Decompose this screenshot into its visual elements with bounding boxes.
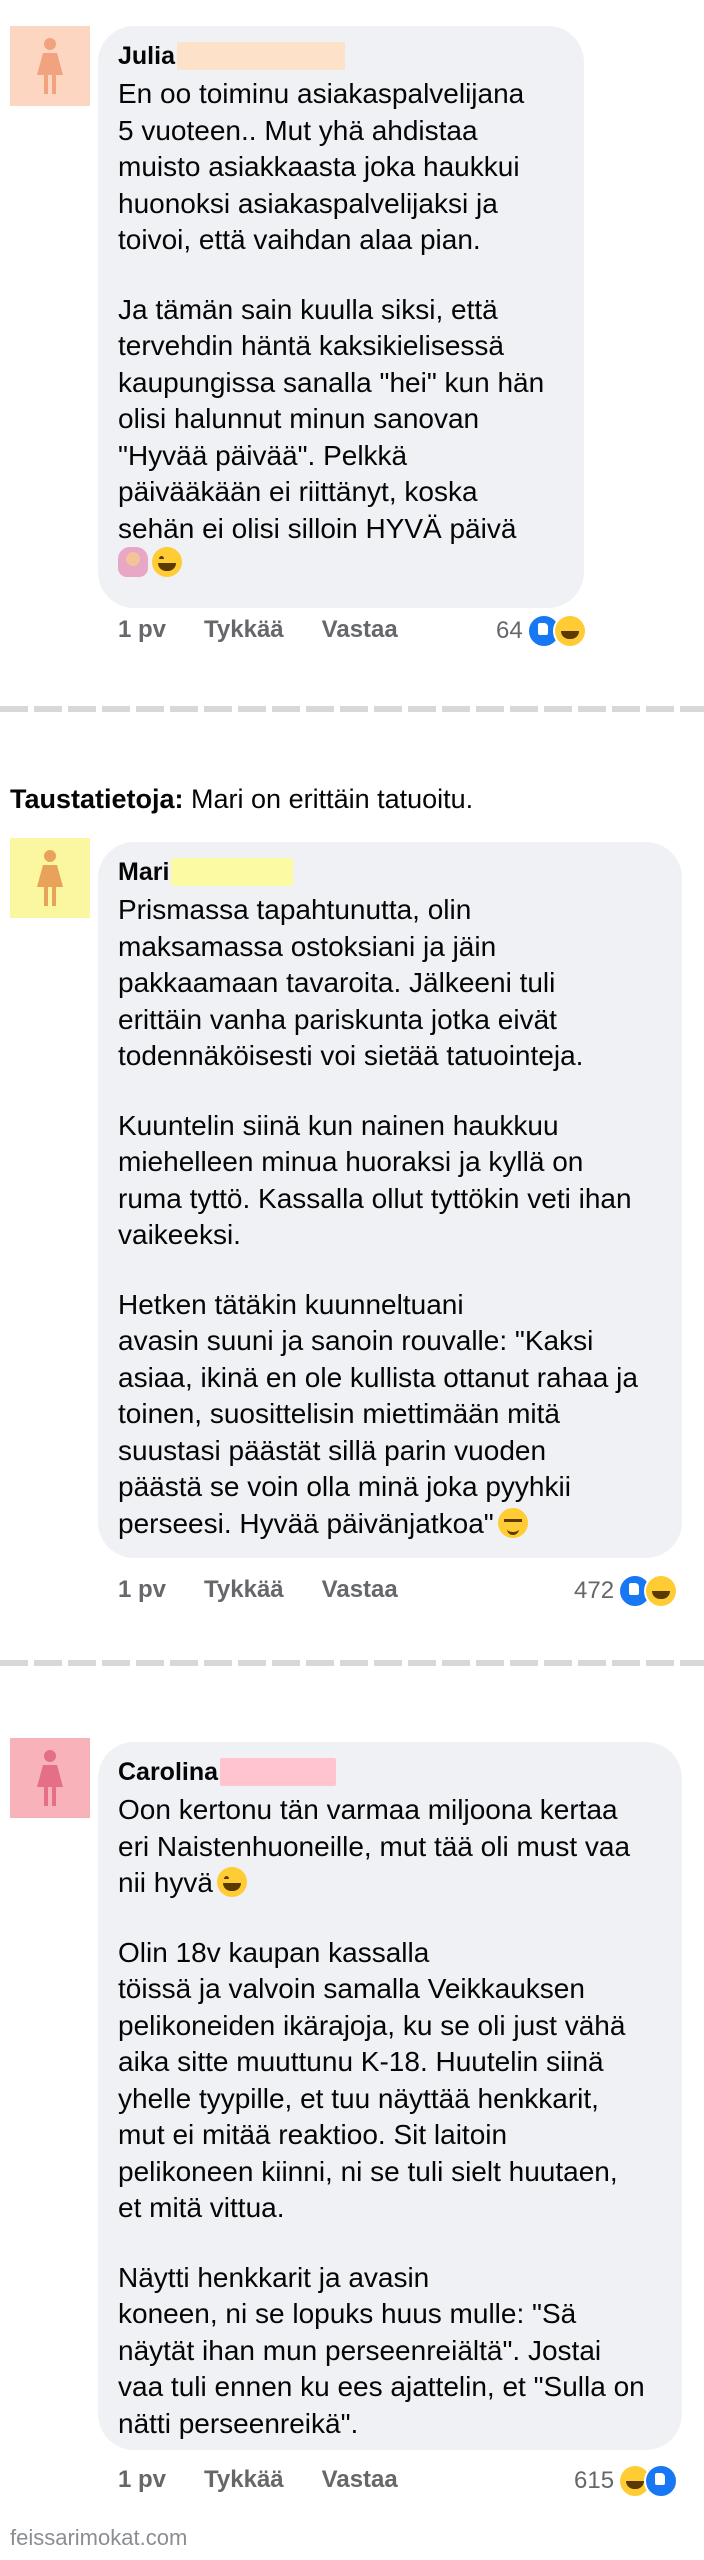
reaction-summary[interactable]: 472	[574, 1574, 679, 1608]
reaction-summary[interactable]: 64	[496, 614, 587, 648]
comment-bubble-mari: Mari Prismassa tapahtunutta, olin maksam…	[98, 842, 682, 1558]
like-reaction-icon	[644, 2464, 679, 2498]
reply-button[interactable]: Vastaa	[322, 1576, 398, 1604]
person-icon	[37, 38, 63, 94]
redaction-bar	[220, 1758, 337, 1786]
comment-time[interactable]: 1 pv	[118, 2466, 166, 2494]
comment-paragraph: Näytti henkkarit ja avasin koneen, ni se…	[118, 2261, 645, 2439]
relieved-emoji-icon	[497, 1507, 528, 1538]
comment-paragraph-text: Hetken tätäkin kuunneltuani avasin suuni…	[118, 1288, 638, 1539]
comment-paragraph: Prismassa tapahtunutta, olin maksamassa …	[118, 894, 584, 1071]
avatar-mari[interactable]	[10, 838, 90, 918]
redaction-bar	[176, 42, 345, 70]
comment-bubble-carolina: Carolina Oon kertonu tän varmaa miljoona…	[98, 1742, 682, 2450]
reaction-count: 64	[496, 617, 523, 644]
comment-time[interactable]: 1 pv	[118, 616, 166, 644]
comment-paragraph: Oon kertonu tän varmaa miljoona kertaa e…	[118, 1792, 662, 1902]
separator	[0, 706, 704, 712]
laughing-emoji-icon	[152, 547, 182, 577]
comment-actions: 1 pv Tykkää Vastaa	[118, 2466, 436, 2494]
reaction-count: 472	[574, 1577, 615, 1604]
watermark: feissarimokat.com	[10, 2525, 188, 2550]
redaction-bar	[171, 858, 294, 886]
like-button[interactable]: Tykkää	[204, 2466, 284, 2494]
comment-paragraph: Olin 18v kaupan kassalla töissä ja valvo…	[118, 1936, 626, 2224]
comment-actions: 1 pv Tykkää Vastaa	[118, 1576, 436, 1604]
comment-actions: 1 pv Tykkää Vastaa	[118, 616, 436, 644]
reply-button[interactable]: Vastaa	[322, 616, 398, 644]
avatar-julia[interactable]	[10, 26, 90, 106]
haha-reaction-icon	[552, 614, 587, 648]
reaction-summary[interactable]: 615	[574, 2464, 679, 2498]
context-text: Mari on erittäin tatuoitu.	[183, 784, 474, 814]
woman-shrugging-emoji-icon	[118, 547, 148, 577]
comment-bubble-julia: Julia En oo toiminu asiakaspalvelijana 5…	[98, 26, 584, 608]
reaction-count: 615	[574, 2467, 615, 2494]
avatar-carolina[interactable]	[10, 1738, 90, 1818]
comment-paragraph: En oo toiminu asiakaspalvelijana 5 vuote…	[118, 78, 525, 255]
haha-reaction-icon	[644, 1574, 679, 1608]
like-button[interactable]: Tykkää	[204, 616, 284, 644]
comment-author[interactable]: Carolina	[118, 1758, 218, 1787]
like-button[interactable]: Tykkää	[204, 1576, 284, 1604]
comment-paragraph-text: Oon kertonu tän varmaa miljoona kertaa e…	[118, 1794, 631, 1898]
comment-author[interactable]: Mari	[118, 858, 169, 887]
comment-paragraph: Kuuntelin siinä kun nainen haukkuu miehe…	[118, 1109, 632, 1251]
comment-author[interactable]: Julia	[118, 42, 175, 71]
comment-time[interactable]: 1 pv	[118, 1576, 166, 1604]
context-label: Taustatietoja:	[10, 784, 184, 814]
comment-paragraph: Hetken tätäkin kuunneltuani avasin suuni…	[118, 1287, 662, 1543]
person-icon	[37, 850, 63, 906]
separator	[0, 1660, 704, 1666]
reply-button[interactable]: Vastaa	[322, 2466, 398, 2494]
context-note: Taustatietoja: Mari on erittäin tatuoitu…	[10, 784, 473, 815]
comment-paragraph: Ja tämän sain kuulla siksi, että tervehd…	[118, 293, 545, 544]
person-icon	[37, 1750, 63, 1806]
laughing-emoji-icon	[216, 1867, 247, 1897]
